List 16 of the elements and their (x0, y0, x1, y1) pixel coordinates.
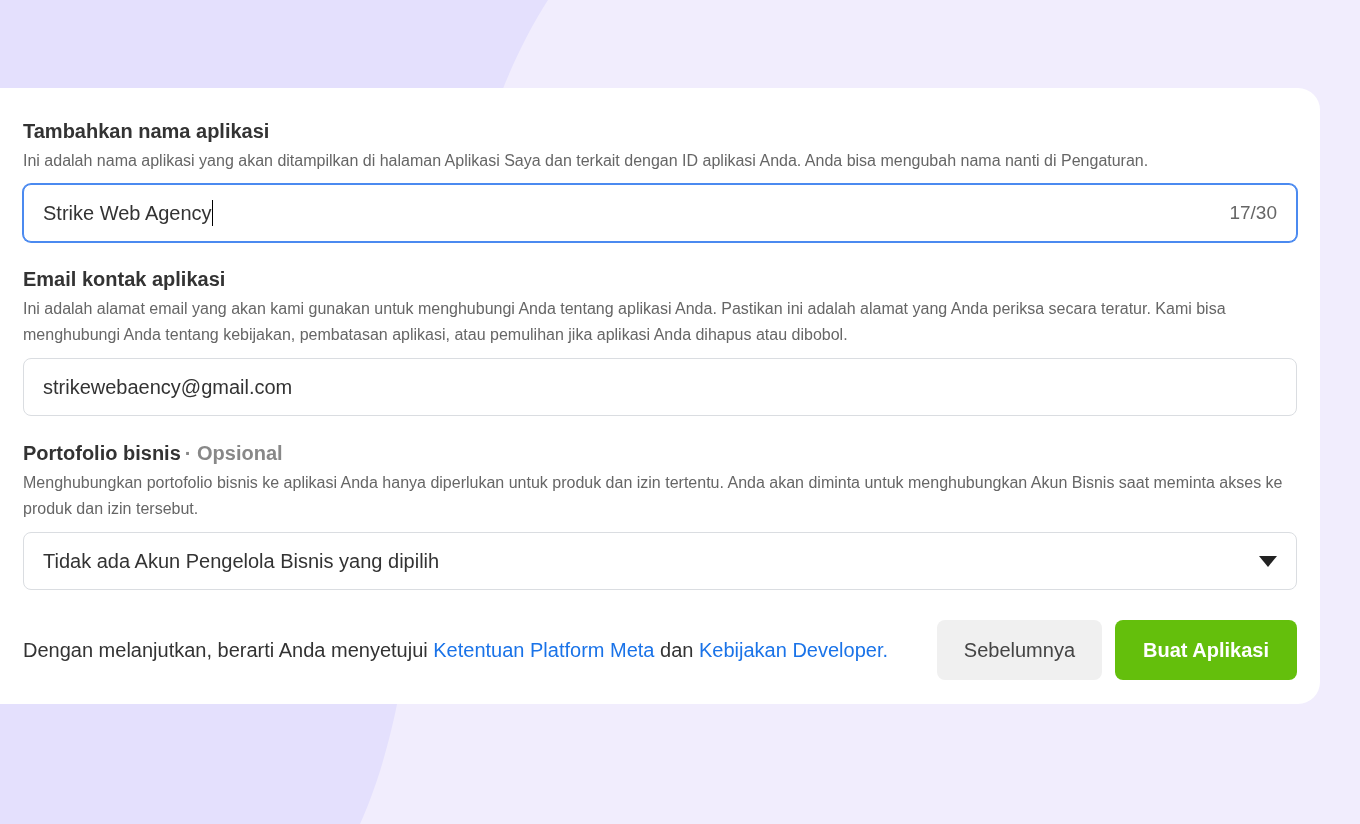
character-counter: 17/30 (1229, 200, 1277, 225)
field-description: Menghubungkan portofolio bisnis ke aplikasi Anda hanya diperlukan untuk produk dan izin tertentu. Anda akan diminta untuk menghubungkan Akun Bisnis saat meminta akses ke produk dan izin tersebut. (23, 473, 1284, 519)
field-label: Tambahkan nama aplikasi (23, 119, 270, 144)
field-description: Ini adalah alamat email yang akan kami gunakan untuk menghubungi Anda tentang aplikasi Anda. Pastikan ini adalah alamat yang Anda periksa secara teratur. Kami bisa menghubungi Anda tentang kebijakan, pembatasan aplikasi, atau pemulihan jika aplikasi Anda dihapus atau dibobol. (23, 299, 1227, 345)
caret-down-icon (1259, 555, 1277, 567)
platform-terms-link[interactable]: Ketentuan Platform Meta (433, 639, 655, 661)
field-label: Email kontak aplikasi (23, 267, 226, 292)
previous-button[interactable]: Sebelumnya (936, 620, 1103, 680)
text-input-field[interactable]: strikewebaency@gmail.com (23, 358, 1297, 416)
business-portfolio-dropdown[interactable]: Tidak ada Akun Pengelola Bisnis yang dipilih (23, 532, 1297, 590)
field-label: Portofolio bisnis (23, 441, 181, 466)
terms-sentence: Dengan melanjutkan, berarti Anda menyetujui Ketentuan Platform Meta dan Kebijakan Developer. (23, 638, 889, 663)
text-input-field[interactable]: Strike Web Agency 17/30 (23, 184, 1297, 242)
optional-label: · Opsional (184, 441, 283, 466)
field-description: Ini adalah nama aplikasi yang akan ditampilkan di halaman Aplikasi Saya dan terkait dengan ID aplikasi Anda. Anda bisa mengubah nama nanti di Pengaturan. (23, 151, 1150, 171)
developer-policy-link[interactable]: Kebijakan Developer. (699, 639, 888, 661)
